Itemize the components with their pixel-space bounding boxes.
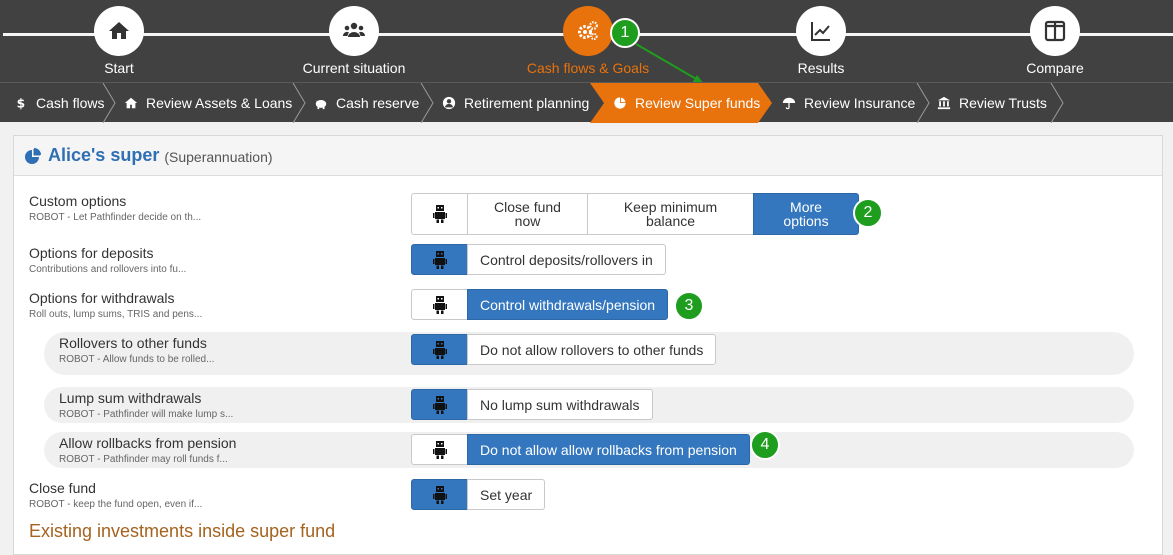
chevron-separator <box>420 83 434 123</box>
custom-options-group: Close fund now Keep minimum balance More… <box>411 193 859 235</box>
subnav-review-trusts[interactable]: Review Trusts <box>936 83 1047 123</box>
robot-icon <box>432 395 447 414</box>
subnav-review-super-funds[interactable]: Review Super funds <box>612 83 760 123</box>
bank-icon <box>936 95 952 111</box>
annotation-badge-3: 3 <box>674 291 704 321</box>
subnav-label: Review Super funds <box>635 95 761 111</box>
chevron-separator <box>102 83 116 123</box>
annotation-badge-1: 1 <box>610 18 640 48</box>
subnav-label: Review Trusts <box>959 95 1047 111</box>
subnav-review-insurance[interactable]: Review Insurance <box>781 83 915 123</box>
pie-chart-icon <box>25 147 41 164</box>
row-label: Options for deposits Contributions and r… <box>29 245 186 275</box>
option-title: Options for deposits <box>29 245 154 261</box>
subnav-retirement-planning[interactable]: Retirement planning <box>441 83 589 123</box>
close-fund-options-group: Set year <box>411 479 546 510</box>
chevron-separator <box>916 83 930 123</box>
pie-chart-icon <box>612 95 628 111</box>
robot-button[interactable] <box>411 479 468 510</box>
section-title-existing-investments: Existing investments inside super fund <box>29 521 336 541</box>
subnav-review-assets-loans[interactable]: Review Assets & Loans <box>123 83 292 123</box>
dollar-icon: $ <box>13 95 29 111</box>
user-circle-icon <box>441 95 457 111</box>
super-fund-panel: Alice's super (Superannuation) Custom op… <box>13 135 1163 555</box>
robot-button[interactable] <box>411 334 468 365</box>
panel-subtitle: (Superannuation) <box>164 149 273 165</box>
option-description: ROBOT - Pathfinder may roll funds f... <box>59 454 228 465</box>
option-description: ROBOT - Allow funds to be rolled... <box>59 354 215 365</box>
no-rollovers-button[interactable]: Do not allow rollovers to other funds <box>467 334 717 365</box>
close-fund-now-button[interactable]: Close fund now <box>467 193 588 235</box>
svg-text:$: $ <box>17 96 26 110</box>
subnav-cash-flows[interactable]: $ Cash flows <box>13 83 105 123</box>
option-title: Options for withdrawals <box>29 290 175 306</box>
robot-button[interactable] <box>411 289 468 320</box>
panel-title: Alice's super <box>48 145 160 165</box>
section-breadcrumb-nav: $ Cash flows Review Assets & Loans Cash … <box>0 82 1173 123</box>
chevron-separator <box>292 83 306 123</box>
annotation-badge-4: 4 <box>750 430 780 460</box>
robot-icon <box>432 440 447 459</box>
withdrawals-options-group: Control withdrawals/pension <box>411 289 669 320</box>
robot-button[interactable] <box>411 244 468 275</box>
annotation-badge-2: 2 <box>853 198 883 228</box>
robot-icon <box>432 205 447 223</box>
subnav-label: Retirement planning <box>464 95 590 111</box>
subnav-label: Cash flows <box>36 95 105 111</box>
option-title: Allow rollbacks from pension <box>59 435 237 451</box>
set-year-button[interactable]: Set year <box>467 479 546 510</box>
lump-sum-options-group: No lump sum withdrawals <box>411 389 653 420</box>
row-label: Close fund ROBOT - keep the fund open, e… <box>29 480 202 510</box>
keep-minimum-balance-button[interactable]: Keep minimum balance <box>587 193 754 235</box>
subnav-label: Review Insurance <box>804 95 916 111</box>
option-title: Custom options <box>29 193 127 209</box>
wizard-step-bar: Start Current situation Cash flows & Goa… <box>0 0 1173 84</box>
option-title: Rollovers to other funds <box>59 335 207 351</box>
no-lump-sum-button[interactable]: No lump sum withdrawals <box>467 389 653 420</box>
subnav-label: Cash reserve <box>336 95 420 111</box>
rollovers-options-group: Do not allow rollovers to other funds <box>411 334 717 365</box>
row-label: Lump sum withdrawals ROBOT - Pathfinder … <box>59 390 233 420</box>
umbrella-icon <box>781 95 797 111</box>
more-options-button[interactable]: More options <box>753 193 859 235</box>
row-label: Custom options ROBOT - Let Pathfinder de… <box>29 193 201 223</box>
subnav-label: Review Assets & Loans <box>146 95 293 111</box>
row-label: Allow rollbacks from pension ROBOT - Pat… <box>59 435 236 465</box>
option-description: Roll outs, lump sums, TRIS and pens... <box>29 309 203 320</box>
robot-button[interactable] <box>411 434 468 465</box>
option-description: ROBOT - keep the fund open, even if... <box>29 499 203 510</box>
subnav-cash-reserve[interactable]: Cash reserve <box>313 83 419 123</box>
panel-header: Alice's super (Superannuation) <box>14 136 1162 176</box>
option-description: ROBOT - Pathfinder will make lump s... <box>59 409 234 420</box>
option-title: Close fund <box>29 480 96 496</box>
robot-button[interactable] <box>411 389 468 420</box>
home-icon <box>123 95 139 111</box>
option-description: Contributions and rollovers into fu... <box>29 264 187 275</box>
chevron-separator <box>1050 83 1064 123</box>
control-deposits-button[interactable]: Control deposits/rollovers in <box>467 244 666 275</box>
control-withdrawals-button[interactable]: Control withdrawals/pension <box>467 289 669 320</box>
option-description: ROBOT - Let Pathfinder decide on th... <box>29 212 202 223</box>
robot-button[interactable] <box>411 193 468 235</box>
no-rollbacks-button[interactable]: Do not allow allow rollbacks from pensio… <box>467 434 750 465</box>
option-title: Lump sum withdrawals <box>59 390 202 406</box>
piggy-bank-icon <box>313 95 329 111</box>
robot-icon <box>432 485 447 504</box>
deposits-options-group: Control deposits/rollovers in <box>411 244 666 275</box>
row-label: Rollovers to other funds ROBOT - Allow f… <box>59 335 214 365</box>
row-label: Options for withdrawals Roll outs, lump … <box>29 290 202 320</box>
rollbacks-options-group: Do not allow allow rollbacks from pensio… <box>411 434 750 465</box>
robot-icon <box>432 295 447 314</box>
robot-icon <box>432 250 447 269</box>
robot-icon <box>432 340 447 359</box>
